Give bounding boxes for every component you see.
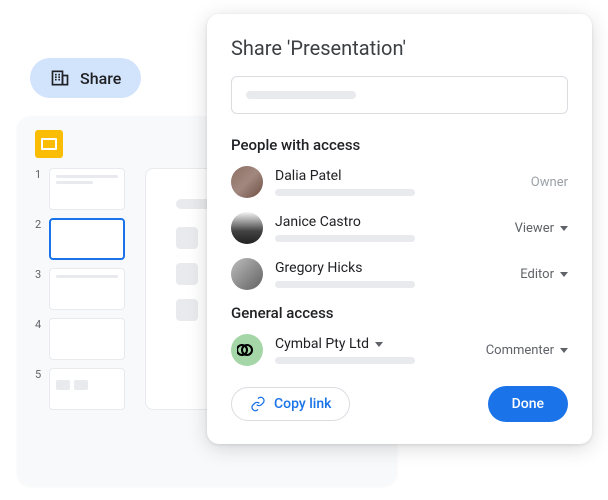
thumb-number: 2 [35,218,43,231]
copy-link-button[interactable]: Copy link [231,387,350,421]
chevron-down-icon [560,348,568,353]
person-row: Janice Castro Viewer [231,212,568,244]
chevron-down-icon [560,272,568,277]
general-access-heading: General access [231,304,568,322]
share-button-label: Share [80,69,121,88]
link-icon [250,396,266,412]
thumb-number: 5 [35,368,43,381]
role-dropdown[interactable]: Editor [520,267,568,282]
slide-thumb[interactable] [49,268,125,310]
person-email-placeholder [275,235,415,242]
slide-thumb[interactable] [49,368,125,410]
done-button[interactable]: Done [488,386,568,422]
person-row: Dalia Patel Owner [231,166,568,198]
person-email-placeholder [275,189,415,196]
thumb-number: 4 [35,318,43,331]
slide-thumb-active[interactable] [49,218,125,260]
dialog-title: Share 'Presentation' [231,36,568,60]
org-access-row: Cymbal Pty Ltd Commenter [231,334,568,366]
chevron-down-icon [560,226,568,231]
role-dropdown[interactable]: Viewer [515,221,568,236]
chevron-down-icon [375,342,383,347]
thumb-number: 3 [35,268,43,281]
copy-link-label: Copy link [274,396,331,412]
avatar [231,258,263,290]
person-name: Gregory Hicks [275,260,508,276]
thumb-number: 1 [35,168,43,181]
slide-thumb[interactable] [49,168,125,210]
person-name: Janice Castro [275,214,503,230]
share-dialog: Share 'Presentation' People with access … [207,14,592,444]
role-dropdown[interactable]: Commenter [486,343,568,358]
share-button[interactable]: Share [30,58,141,98]
person-row: Gregory Hicks Editor [231,258,568,290]
person-name: Dalia Patel [275,168,519,184]
role-label: Owner [531,175,568,190]
slides-app-icon [35,130,63,158]
person-email-placeholder [275,281,415,288]
org-icon [231,334,263,366]
org-sub-placeholder [275,357,415,364]
avatar [231,212,263,244]
building-icon [50,68,70,88]
people-with-access-heading: People with access [231,136,568,154]
slide-thumb[interactable] [49,318,125,360]
avatar [231,166,263,198]
thumbnail-panel: 1 2 3 4 5 [35,168,125,410]
org-scope-dropdown[interactable]: Cymbal Pty Ltd [275,336,474,352]
add-people-input[interactable] [231,76,568,114]
